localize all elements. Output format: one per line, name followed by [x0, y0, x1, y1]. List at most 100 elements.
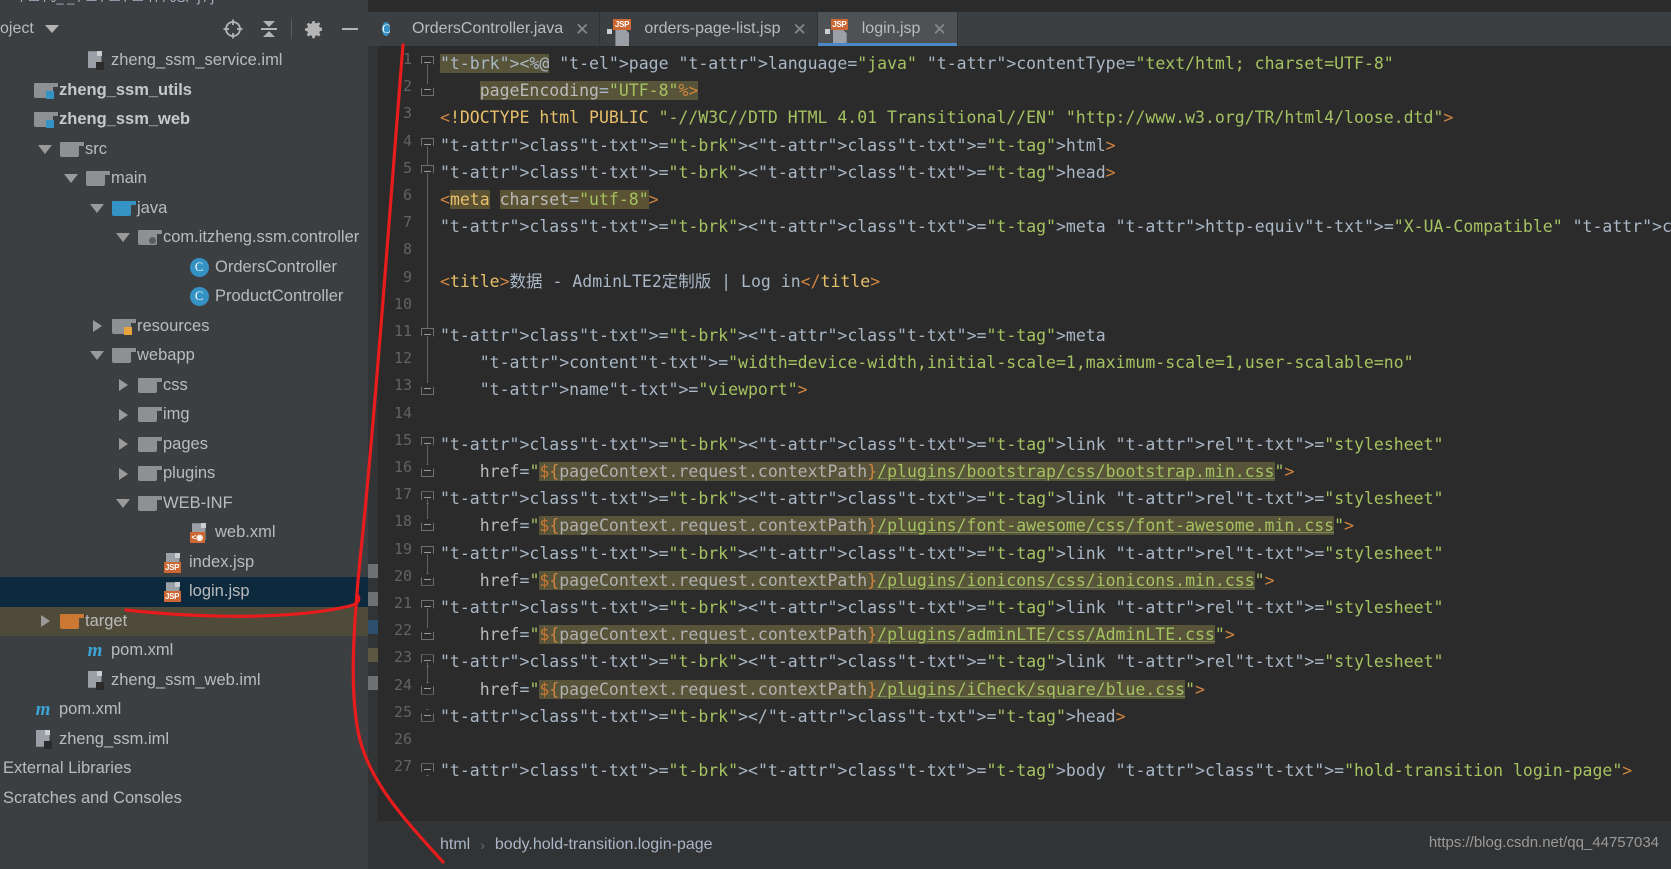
fold-marker[interactable] [421, 83, 434, 97]
code-line[interactable]: href="${pageContext.request.contextPath}… [440, 567, 1275, 594]
code-line[interactable]: <title>数据 - AdminLTE2定制版 | Log in</title… [440, 268, 880, 295]
fold-marker[interactable] [421, 681, 434, 695]
line-number: 20 [393, 566, 412, 585]
tree-item-pages[interactable]: pages [0, 430, 368, 460]
code-line[interactable]: pageEncoding="UTF-8"%> [440, 77, 699, 104]
chevron-right-icon[interactable] [112, 467, 134, 480]
tree-item-index-jsp[interactable]: JSP index.jsp [0, 548, 368, 578]
tree-item-web-xml[interactable]: <◉ web.xml [0, 518, 368, 548]
editor-tab-orderscontroller-java[interactable]: C OrdersController.java ✕ [368, 12, 601, 46]
tree-item-zheng-ssm-service-iml[interactable]: zheng_ssm_service.iml [0, 46, 368, 76]
gear-icon[interactable] [296, 14, 332, 44]
code-text[interactable]: "t-brk"><%@ "t-el">page "t-attr">languag… [440, 46, 1671, 821]
code-line[interactable]: "t-attr">class"t-txt">="t-brk"><"t-attr"… [440, 431, 1443, 458]
code-line[interactable]: "t-brk"><%@ "t-el">page "t-attr">languag… [440, 50, 1394, 77]
chevron-right-icon[interactable] [112, 438, 134, 451]
code-line[interactable]: href="${pageContext.request.contextPath}… [440, 458, 1294, 485]
tree-item-zheng-ssm-web[interactable]: zheng_ssm_web [0, 105, 368, 135]
locate-icon[interactable] [215, 14, 251, 44]
close-icon[interactable]: ✕ [575, 21, 589, 38]
tree-item-main[interactable]: main [0, 164, 368, 194]
tree-item-pom-xml[interactable]: m pom.xml [0, 636, 368, 666]
breadcrumb-item-body[interactable]: body.hold-transition.login-page [495, 836, 713, 854]
tab-label: OrdersController.java [412, 20, 564, 37]
tree-item-css[interactable]: css [0, 371, 368, 401]
fold-marker[interactable] [421, 627, 434, 641]
code-line[interactable]: "t-attr">name"t-txt">="viewport"> [440, 376, 808, 403]
tree-item-src[interactable]: src [0, 135, 368, 165]
chevron-down-icon[interactable] [44, 25, 59, 33]
chevron-right-icon[interactable] [86, 320, 108, 333]
tree-item-zheng-ssm-iml[interactable]: zheng_ssm.iml [0, 725, 368, 755]
code-editor[interactable]: 1 2 3 4 5 6 7 8 9 10 11 12 13 14 15 16 17 18 19 20 21 22 23 24 2… [368, 46, 1671, 821]
code-line[interactable]: "t-attr">class"t-txt">="t-brk"><"t-attr"… [440, 485, 1443, 512]
tree-item-label: pom.xml [59, 700, 122, 719]
code-line[interactable]: "t-attr">class"t-txt">="t-brk"><"t-attr"… [440, 540, 1443, 567]
code-line[interactable]: "t-attr">class"t-txt">="t-brk"></"t-attr… [440, 703, 1126, 730]
line-number: 7 [402, 213, 412, 232]
tree-item-label: login.jsp [189, 582, 250, 601]
code-line[interactable]: "t-attr">class"t-txt">="t-brk"><"t-attr"… [440, 159, 1116, 186]
code-line[interactable]: "t-attr">class"t-txt">="t-brk"><"t-attr"… [440, 132, 1116, 159]
chevron-down-icon[interactable] [86, 351, 108, 361]
tree-item-label: WEB-INF [163, 493, 233, 512]
tree-item-com-itzheng-ssm-controller[interactable]: com.itzheng.ssm.controller [0, 223, 368, 253]
tree-item-scratches-and-consoles[interactable]: Scratches and Consoles [0, 784, 368, 814]
tree-item-img[interactable]: img [0, 400, 368, 430]
collapse-all-icon[interactable] [251, 14, 287, 44]
tree-item-webapp[interactable]: webapp [0, 341, 368, 371]
code-line[interactable]: "t-attr">class"t-txt">="t-brk"><"t-attr"… [440, 648, 1443, 675]
fold-marker[interactable] [421, 518, 434, 532]
fold-marker[interactable] [421, 708, 434, 722]
tree-item-orderscontroller[interactable]: C OrdersController [0, 253, 368, 283]
line-number: 25 [393, 702, 412, 721]
chevron-down-icon[interactable] [112, 498, 134, 508]
chevron-right-icon[interactable] [34, 615, 56, 628]
chevron-right-icon[interactable] [112, 379, 134, 392]
code-folding-column[interactable] [416, 46, 440, 821]
tree-item-zheng-ssm-web-iml[interactable]: zheng_ssm_web.iml [0, 666, 368, 696]
tree-item-zheng-ssm-utils[interactable]: zheng_ssm_utils [0, 76, 368, 106]
code-line[interactable]: "t-attr">class"t-txt">="t-brk"><"t-attr"… [440, 322, 1106, 349]
code-line[interactable]: "t-attr">class"t-txt">="t-brk"><"t-attr"… [440, 594, 1443, 621]
code-line[interactable]: href="${pageContext.request.contextPath}… [440, 621, 1235, 648]
close-icon[interactable]: ✕ [792, 21, 806, 38]
breadcrumb-item-html[interactable]: html [440, 836, 470, 854]
tree-item-target[interactable]: target [0, 606, 368, 636]
editor-tab-login-jsp[interactable]: JSP login.jsp ✕ [817, 12, 958, 46]
minimize-icon[interactable] [332, 14, 368, 44]
tree-item-productcontroller[interactable]: C ProductController [0, 282, 368, 312]
tree-item-login-jsp[interactable]: JSP login.jsp [0, 577, 368, 607]
chevron-down-icon[interactable] [112, 233, 134, 243]
chevron-down-icon[interactable] [86, 203, 108, 213]
project-tree[interactable]: zheng_ssm_service.iml zheng_ssm_utils zhen… [0, 46, 368, 869]
chevron-down-icon[interactable] [34, 144, 56, 154]
fold-marker[interactable] [421, 572, 434, 586]
tree-item-web-inf[interactable]: WEB-INF [0, 489, 368, 519]
line-number: 11 [393, 322, 412, 340]
tree-item-external-libraries[interactable]: External Libraries [0, 754, 368, 784]
code-line[interactable]: href="${pageContext.request.contextPath}… [440, 512, 1354, 539]
project-tool-window: oject zheng_ssm_service.iml zheng_ssm_ut… [0, 12, 368, 869]
code-line[interactable]: "t-attr">content"t-txt">="width=device-w… [440, 349, 1414, 376]
folder-icon [134, 495, 163, 511]
fold-marker[interactable] [421, 464, 434, 477]
code-line[interactable]: "t-attr">class"t-txt">="t-brk"><"t-attr"… [440, 757, 1632, 784]
tree-item-plugins[interactable]: plugins [0, 459, 368, 489]
tree-item-resources[interactable]: resources [0, 312, 368, 342]
tree-item-pom-xml[interactable]: m pom.xml [0, 695, 368, 725]
code-line[interactable]: <meta charset="utf-8"> [440, 186, 659, 213]
chevron-right-icon[interactable] [112, 408, 134, 421]
code-line[interactable]: <!DOCTYPE html PUBLIC "-//W3C//DTD HTML … [440, 104, 1453, 131]
chevron-down-icon[interactable] [60, 174, 82, 184]
line-number: 24 [393, 675, 412, 694]
line-number: 19 [393, 539, 412, 558]
tree-item-java[interactable]: java [0, 194, 368, 224]
fold-marker[interactable] [421, 763, 434, 777]
close-icon[interactable]: ✕ [932, 21, 946, 38]
code-line[interactable]: href="${pageContext.request.contextPath}… [440, 676, 1205, 703]
fold-marker[interactable] [421, 382, 434, 396]
code-line[interactable]: "t-attr">class"t-txt">="t-brk"><"t-attr"… [440, 213, 1671, 240]
editor-tab-bar[interactable]: C OrdersController.java ✕ JSP orders-page-li… [368, 12, 1671, 46]
editor-tab-orders-page-list-jsp[interactable]: JSP orders-page-list.jsp ✕ [600, 12, 818, 46]
